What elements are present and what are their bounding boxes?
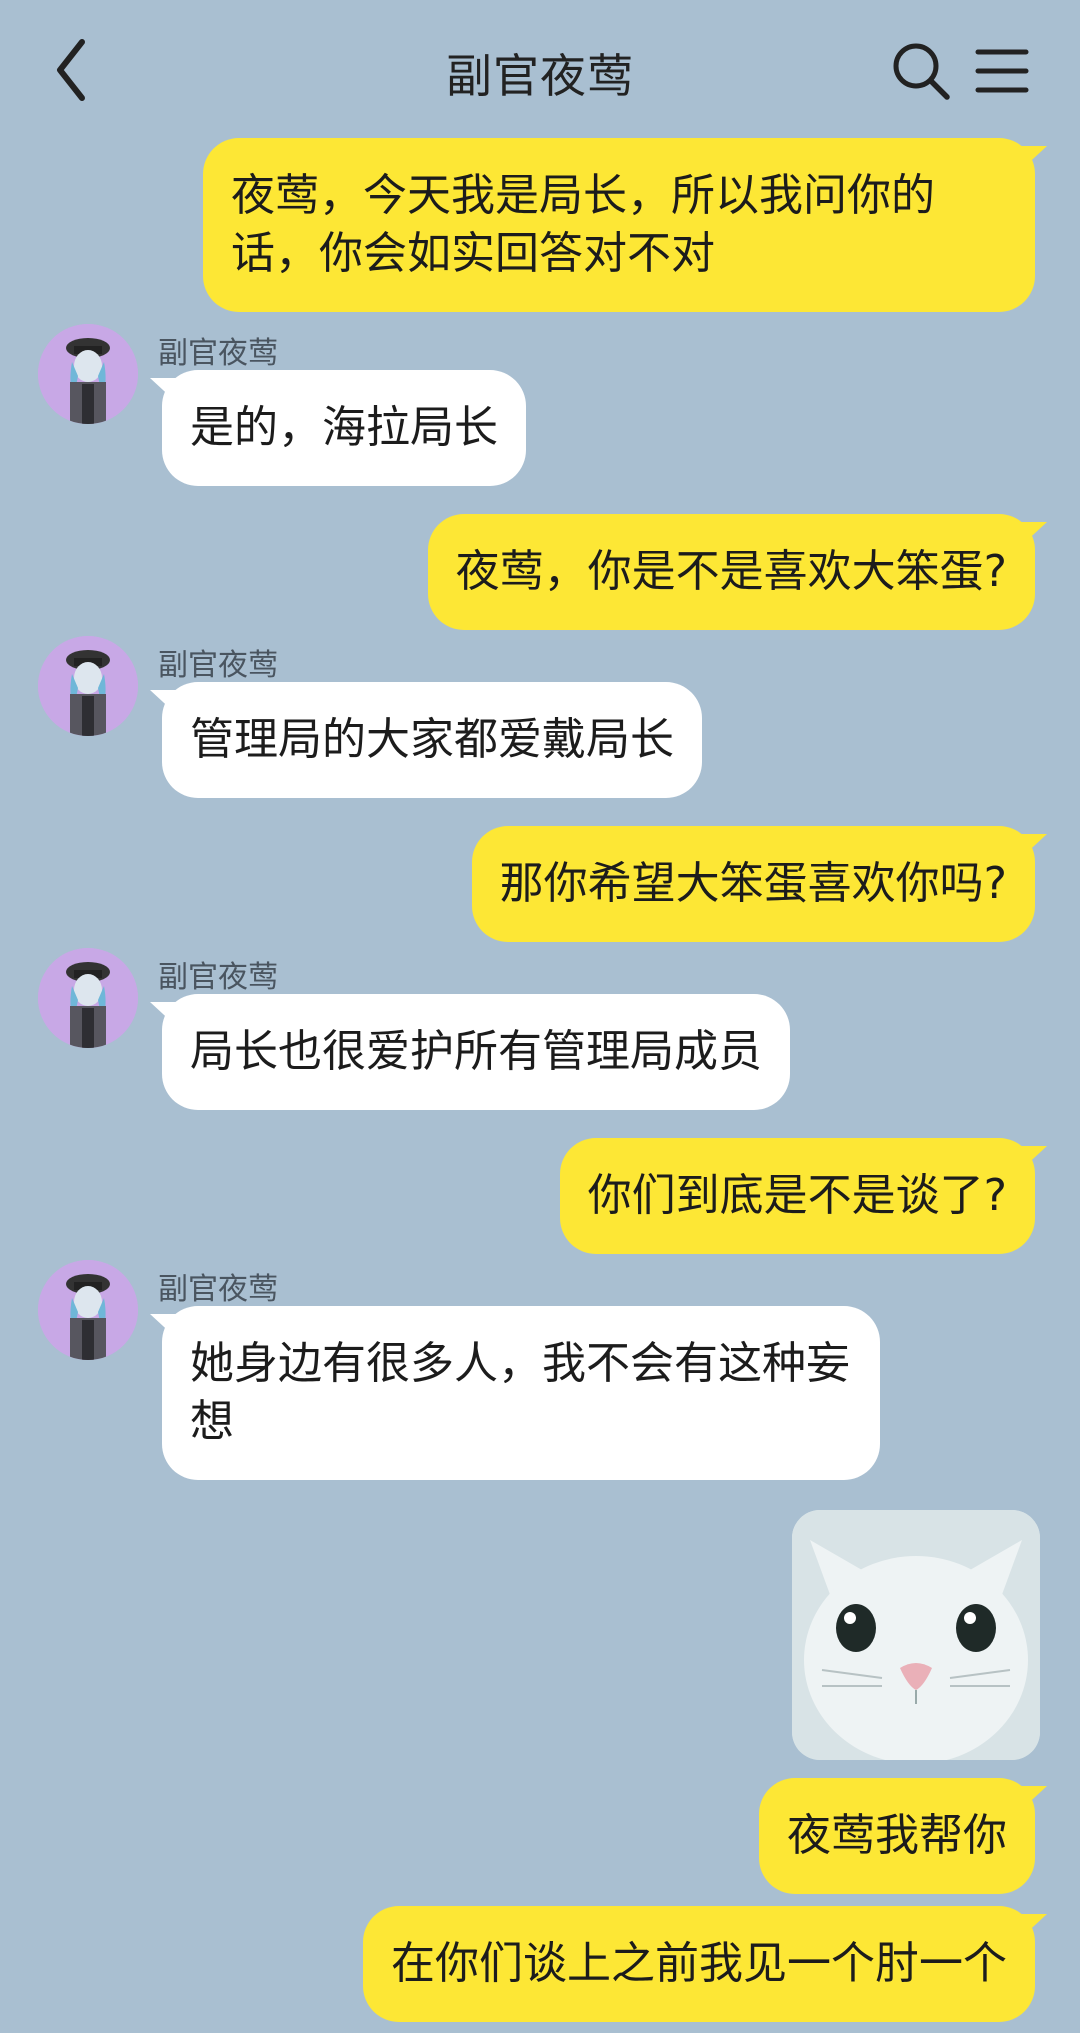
avatar[interactable] [38,636,138,736]
cat-face-sticker[interactable] [792,1510,1040,1760]
message-row-incoming: 副官夜莺 管理局的大家都爱戴局长 [0,636,1080,816]
message-row-incoming: 副官夜莺 局长也很爱护所有管理局成员 [0,948,1080,1128]
message-row-incoming: 副官夜莺 她身边有很多人，我不会有这种妄想 [0,1260,1080,1500]
outgoing-message-bubble[interactable]: 夜莺，你是不是喜欢大笨蛋? [427,514,1048,630]
outgoing-message-bubble[interactable]: 你们到底是不是谈了? [559,1138,1048,1254]
sender-name: 副官夜莺 [158,648,278,683]
message-row-outgoing: 夜莺我帮你 [0,1778,1080,1894]
incoming-message-bubble[interactable]: 是的，海拉局长 [150,370,526,486]
menu-icon[interactable] [974,44,1030,98]
chat-header: 副官夜莺 [0,0,1080,140]
message-row-incoming: 副官夜莺 是的，海拉局长 [0,324,1080,504]
message-row-outgoing [0,1510,1080,1760]
incoming-message-bubble[interactable]: 局长也很爱护所有管理局成员 [150,994,790,1110]
outgoing-message-bubble[interactable]: 夜莺，今天我是局长，所以我问你的话，你会如实回答对不对 [203,138,1047,312]
sender-name: 副官夜莺 [158,336,278,371]
message-row-outgoing: 夜莺，今天我是局长，所以我问你的话，你会如实回答对不对 [0,138,1080,312]
outgoing-message-bubble[interactable]: 夜莺我帮你 [759,1778,1047,1894]
sender-name: 副官夜莺 [158,1272,278,1307]
message-row-outgoing: 夜莺，你是不是喜欢大笨蛋? [0,514,1080,630]
message-row-outgoing: 你们到底是不是谈了? [0,1138,1080,1254]
outgoing-message-bubble[interactable]: 那你希望大笨蛋喜欢你吗? [471,826,1048,942]
message-row-outgoing: 在你们谈上之前我见一个肘一个 [0,1906,1080,2022]
search-icon[interactable] [890,40,952,102]
incoming-message-bubble[interactable]: 管理局的大家都爱戴局长 [150,682,702,798]
avatar[interactable] [38,324,138,424]
message-row-outgoing: 那你希望大笨蛋喜欢你吗? [0,826,1080,942]
avatar[interactable] [38,1260,138,1360]
incoming-message-bubble[interactable]: 她身边有很多人，我不会有这种妄想 [150,1306,880,1480]
outgoing-message-bubble[interactable]: 在你们谈上之前我见一个肘一个 [363,1906,1047,2022]
avatar[interactable] [38,948,138,1048]
sender-name: 副官夜莺 [158,960,278,995]
